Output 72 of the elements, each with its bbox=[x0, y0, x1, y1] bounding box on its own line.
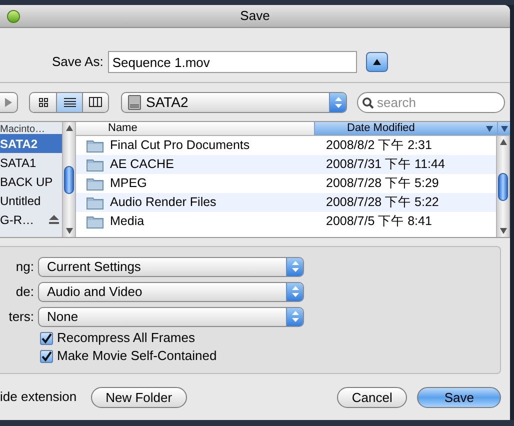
file-row[interactable]: Audio Render Files 2008/7/28 下午 5:22 bbox=[76, 193, 496, 212]
file-name: Audio Render Files bbox=[110, 194, 216, 212]
date-modified: 2008/7/31 下午 11:44 bbox=[325, 156, 445, 174]
scroll-up-arrow-icon[interactable] bbox=[66, 125, 72, 131]
file-row[interactable]: AE CACHE 2008/7/31 下午 11:44 bbox=[76, 155, 496, 174]
sidebar-scrollbar[interactable] bbox=[62, 122, 76, 237]
checkbox-label: Recompress All Frames bbox=[57, 329, 195, 348]
option-label: de: bbox=[14, 282, 35, 301]
scroll-thumb[interactable] bbox=[64, 166, 74, 194]
checkbox[interactable] bbox=[40, 350, 53, 362]
view-mode-tab[interactable] bbox=[30, 92, 56, 112]
save-as-label: Save As: bbox=[52, 53, 104, 72]
save-as-field[interactable]: Sequence 1.mov bbox=[108, 51, 358, 73]
scroll-thumb[interactable] bbox=[498, 172, 508, 200]
date-modified: 2008/7/28 下午 5:29 bbox=[325, 175, 439, 192]
date-modified: 2008/7/28 下午 5:22 bbox=[325, 194, 439, 212]
column-header[interactable]: Date Modified bbox=[314, 122, 497, 135]
folder-icon bbox=[86, 196, 104, 210]
folder-icon bbox=[86, 176, 104, 190]
dialog-button[interactable]: Cancel bbox=[336, 386, 408, 408]
view-mode-tab[interactable] bbox=[56, 92, 82, 112]
folder-icon bbox=[86, 214, 104, 228]
view-mode-control[interactable] bbox=[29, 92, 109, 112]
option-popup[interactable]: Audio and Video bbox=[38, 282, 304, 302]
hide-extension-label: ide extension bbox=[0, 388, 77, 406]
checkbox-label: Make Movie Self-Contained bbox=[57, 347, 217, 366]
search-field[interactable]: search bbox=[357, 92, 505, 112]
stepper-icon bbox=[286, 308, 303, 326]
collapse-button[interactable] bbox=[366, 52, 388, 72]
eject-icon[interactable] bbox=[49, 215, 59, 224]
column-view-icon bbox=[89, 97, 102, 107]
sort-arrow-icon bbox=[486, 126, 493, 132]
scroll-down-arrow-icon[interactable] bbox=[66, 228, 72, 234]
column-menu-icon[interactable] bbox=[497, 122, 510, 135]
folder-icon bbox=[86, 138, 104, 152]
option-popup[interactable]: Current Settings bbox=[38, 256, 304, 276]
scroll-down-arrow-icon[interactable] bbox=[500, 228, 506, 234]
hard-drive-icon bbox=[128, 94, 141, 110]
list-scrollbar[interactable] bbox=[496, 136, 510, 237]
column-header[interactable]: Name bbox=[76, 122, 314, 135]
file-name: Final Cut Pro Documents bbox=[110, 137, 250, 154]
option-popup[interactable]: None bbox=[38, 306, 304, 326]
checkbox[interactable] bbox=[40, 332, 53, 344]
option-label: ng: bbox=[14, 258, 35, 276]
dialog-button[interactable]: Save bbox=[417, 386, 501, 408]
zoom-button[interactable] bbox=[7, 10, 20, 23]
list-view-icon bbox=[64, 98, 76, 106]
file-name: AE CACHE bbox=[110, 156, 174, 174]
sidebar-item[interactable]: G-R… bbox=[0, 210, 62, 229]
view-mode-tab[interactable] bbox=[82, 92, 108, 112]
folder-icon bbox=[86, 158, 104, 172]
stepper-icon bbox=[286, 258, 303, 276]
date-modified: 2008/8/2 下午 2:31 bbox=[325, 137, 432, 154]
file-name: MPEG bbox=[110, 175, 147, 192]
icon-view-icon bbox=[38, 98, 48, 106]
window-title: Save bbox=[240, 7, 270, 26]
stepper-icon bbox=[329, 92, 346, 112]
triangle-up-icon bbox=[373, 59, 382, 65]
scroll-up-arrow-icon[interactable] bbox=[500, 139, 506, 145]
dialog-button[interactable]: New Folder bbox=[90, 386, 188, 408]
stepper-icon bbox=[286, 282, 303, 300]
sidebar-item[interactable]: SATA2 bbox=[0, 134, 62, 153]
sidebar-item[interactable]: Macinto… bbox=[0, 122, 62, 134]
sidebar-item[interactable]: SATA1 bbox=[0, 153, 62, 172]
forward-button[interactable] bbox=[0, 92, 18, 112]
option-label: ters: bbox=[8, 308, 35, 326]
forward-arrow-icon bbox=[5, 98, 12, 106]
date-modified: 2008/7/5 下午 8:41 bbox=[325, 213, 432, 230]
sidebar-item[interactable]: Untitled bbox=[0, 191, 62, 210]
sidebar-item[interactable]: BACK UP bbox=[0, 172, 62, 191]
location-popup[interactable]: SATA2 bbox=[121, 92, 347, 112]
file-name: Media bbox=[110, 213, 144, 230]
